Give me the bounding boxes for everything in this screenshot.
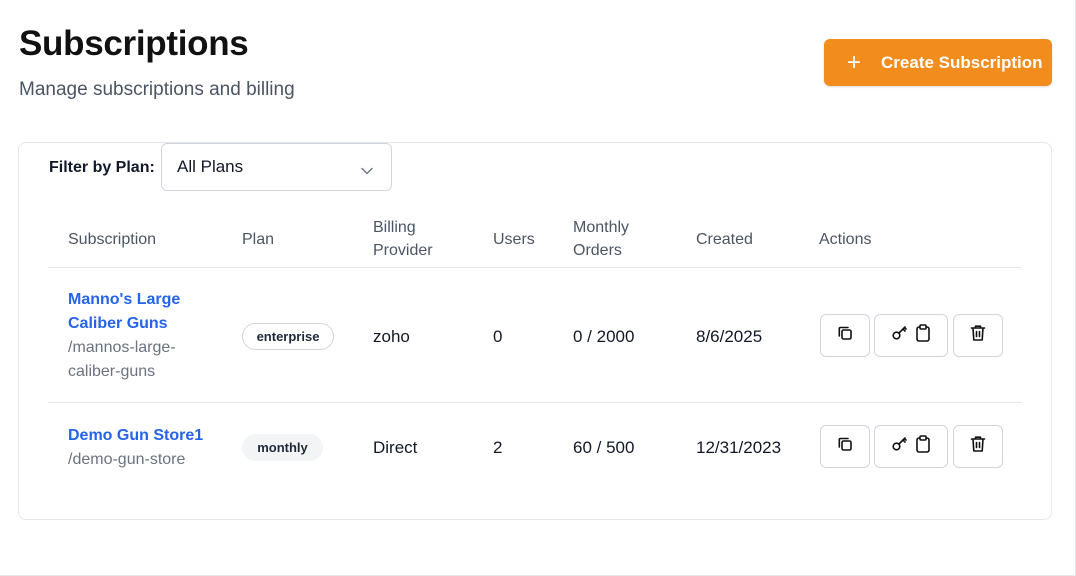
column-header-users: Users bbox=[493, 231, 535, 248]
column-header-actions: Actions bbox=[819, 231, 872, 248]
billing-provider: zoho bbox=[373, 327, 410, 346]
subscription-slug: /demo-gun-store bbox=[68, 451, 186, 468]
filter-label: Filter by Plan: bbox=[49, 159, 155, 176]
plus-icon: + bbox=[847, 48, 862, 76]
column-header-plan: Plan bbox=[242, 231, 275, 248]
plan-badge: enterprise bbox=[242, 323, 334, 350]
users-count: 0 bbox=[493, 327, 503, 346]
column-header-subscription: Subscription bbox=[68, 231, 157, 248]
delete-button[interactable] bbox=[953, 425, 1003, 468]
clipboard-icon bbox=[915, 435, 931, 458]
create-subscription-label: Create Subscription bbox=[881, 52, 1043, 72]
plan-filter-value: All Plans bbox=[177, 157, 244, 176]
chevron-down-icon bbox=[361, 160, 373, 180]
copy-api-key-button[interactable] bbox=[874, 425, 948, 468]
column-header-billing-provider: Billing Provider bbox=[373, 216, 433, 262]
key-icon bbox=[891, 435, 909, 458]
trash-icon bbox=[970, 435, 986, 458]
delete-button[interactable] bbox=[953, 314, 1003, 357]
orders-header-line1: Monthly bbox=[573, 219, 630, 236]
page-subtitle: Manage subscriptions and billing bbox=[19, 79, 295, 100]
subscription-name-link[interactable]: Demo Gun Store1 bbox=[68, 424, 203, 448]
copy-icon bbox=[836, 435, 854, 458]
plan-badge: monthly bbox=[242, 434, 323, 461]
trash-icon bbox=[970, 324, 986, 347]
copy-button[interactable] bbox=[820, 425, 870, 468]
copy-icon bbox=[836, 324, 854, 347]
copy-api-key-button[interactable] bbox=[874, 314, 948, 357]
clipboard-icon bbox=[915, 324, 931, 347]
subscription-name-link[interactable]: Caliber Guns bbox=[68, 312, 168, 336]
users-count: 2 bbox=[493, 438, 503, 457]
subscription-slug: caliber-guns bbox=[68, 363, 156, 380]
key-icon bbox=[891, 324, 909, 347]
header-divider bbox=[48, 267, 1022, 268]
column-header-monthly-orders: Monthly Orders bbox=[573, 216, 629, 262]
subscriptions-card: Filter by Plan: All Plans Subscription P… bbox=[18, 142, 1052, 520]
row-divider bbox=[48, 402, 1022, 403]
created-date: 12/31/2023 bbox=[696, 438, 782, 457]
billing-provider: Direct bbox=[373, 438, 418, 457]
create-subscription-button[interactable]: + Create Subscription bbox=[824, 39, 1052, 86]
plan-filter-select[interactable]: All Plans bbox=[161, 143, 392, 191]
billing-header-line1: Billing bbox=[373, 219, 416, 236]
monthly-orders: 0 / 2000 bbox=[573, 327, 635, 346]
copy-button[interactable] bbox=[820, 314, 870, 357]
page-title: Subscriptions bbox=[19, 24, 249, 63]
monthly-orders: 60 / 500 bbox=[573, 438, 635, 457]
column-header-created: Created bbox=[696, 231, 753, 248]
created-date: 8/6/2025 bbox=[696, 327, 763, 346]
orders-header-line2: Orders bbox=[573, 242, 622, 259]
billing-header-line2: Provider bbox=[373, 242, 433, 259]
subscription-slug: /mannos-large- bbox=[68, 339, 176, 356]
subscription-name-link[interactable]: Manno's Large bbox=[68, 288, 180, 312]
